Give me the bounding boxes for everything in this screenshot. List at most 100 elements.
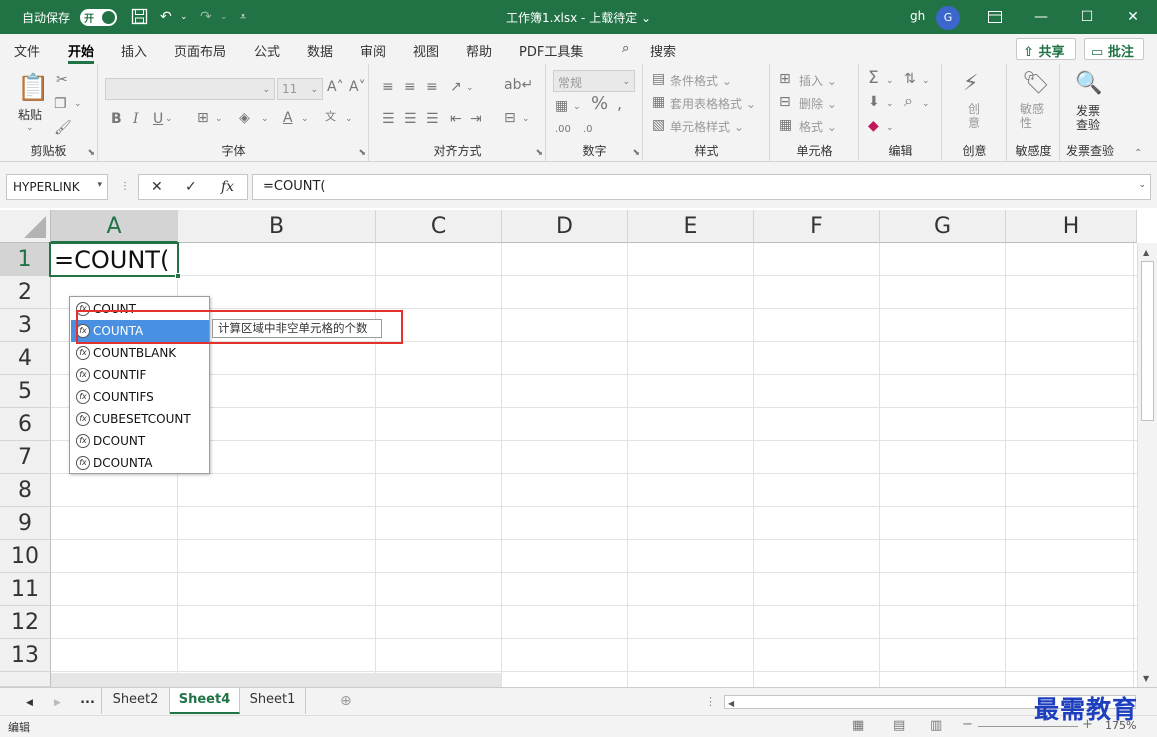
sensitivity-button[interactable]: 敏感性 (1020, 102, 1046, 130)
comma-style-icon[interactable]: , (617, 96, 622, 112)
maximize-icon[interactable]: ☐ (1064, 0, 1110, 34)
tab-review[interactable]: 审阅 (360, 41, 386, 60)
number-launcher-icon[interactable]: ⬊ (632, 148, 640, 158)
undo-dropdown-icon[interactable]: ⌄ (180, 8, 188, 26)
normal-view-icon[interactable]: ▦ (852, 718, 864, 734)
align-left-icon[interactable]: ☰ (382, 111, 395, 127)
increase-indent-icon[interactable]: ⇥ (470, 111, 482, 127)
formula-input[interactable]: =COUNT( ⌄ (252, 174, 1151, 200)
column-header[interactable]: B (178, 210, 376, 243)
user-name[interactable]: gh (910, 9, 925, 23)
column-header[interactable]: C (376, 210, 502, 243)
tab-file[interactable]: 文件 (14, 41, 40, 60)
tab-help[interactable]: 帮助 (466, 41, 492, 60)
currency-dropdown-icon[interactable]: ⌄ (573, 99, 581, 115)
alignment-launcher-icon[interactable]: ⬊ (535, 148, 543, 158)
invoice-check-button[interactable]: 发票查验 (1076, 104, 1104, 132)
tab-view[interactable]: 视图 (413, 41, 439, 60)
font-color-dropdown-icon[interactable]: ⌄ (301, 111, 309, 127)
autocomplete-item[interactable]: fx DCOUNT (71, 430, 209, 452)
expand-formula-icon[interactable]: ⌄ (1138, 180, 1146, 190)
page-break-view-icon[interactable]: ▥ (930, 718, 942, 734)
merge-dropdown-icon[interactable]: ⌄ (522, 111, 530, 127)
decrease-indent-icon[interactable]: ⇤ (450, 111, 462, 127)
search-label[interactable]: 搜索 (650, 41, 676, 60)
column-header[interactable]: E (628, 210, 754, 243)
column-header[interactable]: D (502, 210, 628, 243)
underline-icon[interactable]: U (153, 111, 163, 127)
tab-home[interactable]: 开始 (68, 41, 95, 64)
column-header[interactable]: F (754, 210, 880, 243)
cut-icon[interactable]: ✂ (56, 72, 68, 88)
align-center-icon[interactable]: ☰ (404, 111, 417, 127)
font-launcher-icon[interactable]: ⬊ (358, 148, 366, 158)
clear-icon[interactable]: ◆ (868, 118, 879, 134)
align-middle-icon[interactable]: ≡ (404, 79, 416, 95)
autosave-toggle[interactable]: 开 (80, 9, 117, 26)
row-header[interactable]: 10 (0, 540, 51, 573)
borders-dropdown-icon[interactable]: ⌄ (215, 111, 223, 127)
row-header[interactable]: 11 (0, 573, 51, 606)
table-format-button[interactable]: 套用表格格式 ⌄ (670, 95, 756, 112)
share-button[interactable]: ⇧ 共享 (1016, 38, 1076, 60)
fill-color-dropdown-icon[interactable]: ⌄ (261, 111, 269, 127)
find-icon[interactable]: ⌕ (904, 93, 913, 109)
fill-dropdown-icon[interactable]: ⌄ (886, 96, 894, 112)
row-header[interactable]: 5 (0, 375, 51, 408)
tab-formulas[interactable]: 公式 (254, 41, 280, 60)
row-header[interactable]: 9 (0, 507, 51, 540)
zoom-out-icon[interactable]: − (962, 717, 973, 733)
vertical-scroll-thumb[interactable] (1141, 261, 1154, 421)
fill-handle[interactable] (175, 273, 181, 279)
scroll-up-icon[interactable]: ▲ (1143, 245, 1149, 261)
sort-filter-dropdown-icon[interactable]: ⌄ (922, 73, 930, 89)
row-header[interactable]: 1 (0, 243, 51, 276)
comments-button[interactable]: ▭ 批注 (1084, 38, 1144, 60)
copy-icon[interactable]: ❐ (54, 96, 67, 112)
borders-icon[interactable]: ⊞ (197, 110, 209, 126)
vertical-scrollbar[interactable]: ▲ ▼ (1137, 243, 1157, 687)
tab-page-layout[interactable]: 页面布局 (174, 41, 226, 60)
bold-icon[interactable]: B (111, 111, 122, 127)
align-top-icon[interactable]: ≡ (382, 79, 394, 95)
autocomplete-item[interactable]: fx DCOUNTA (71, 452, 209, 474)
format-painter-icon[interactable]: 🖌 (54, 120, 72, 136)
decrease-decimal-icon[interactable]: .0 (583, 122, 593, 138)
phonetic-dropdown-icon[interactable]: ⌄ (345, 111, 353, 127)
customize-toolbar-icon[interactable]: ⩡ (240, 8, 246, 26)
sort-filter-icon[interactable]: ⇅ (904, 71, 916, 87)
name-box[interactable]: HYPERLINK ▾ (6, 174, 108, 200)
insert-cells-icon[interactable]: ⊞ (779, 71, 791, 87)
format-cells-icon[interactable]: ▦ (779, 117, 792, 133)
scroll-tabs-right-icon[interactable]: ▶ (54, 695, 61, 711)
active-cell[interactable]: =COUNT( (49, 242, 179, 277)
insert-cells-button[interactable]: 插入 ⌄ (799, 72, 837, 89)
zoom-slider[interactable] (978, 726, 1078, 727)
column-header[interactable]: G (880, 210, 1006, 243)
column-header[interactable]: A (51, 210, 178, 243)
decrease-font-icon[interactable]: A˅ (349, 79, 366, 95)
fill-color-icon[interactable]: ◈ (239, 110, 250, 126)
autocomplete-item[interactable]: fx COUNTBLANK (71, 342, 209, 364)
increase-decimal-icon[interactable]: .00 (555, 122, 571, 138)
format-cells-button[interactable]: 格式 ⌄ (799, 118, 837, 135)
clipboard-launcher-icon[interactable]: ⬊ (87, 148, 95, 158)
scroll-tabs-left-icon[interactable]: ◀ (26, 695, 33, 711)
row-header[interactable]: 12 (0, 606, 51, 639)
paste-dropdown-icon[interactable]: ⌄ (26, 120, 34, 136)
italic-icon[interactable]: I (133, 111, 139, 127)
row-header[interactable]: 6 (0, 408, 51, 441)
row-header[interactable]: 7 (0, 441, 51, 474)
underline-dropdown-icon[interactable]: ⌄ (165, 111, 173, 127)
more-sheets-button[interactable]: ... (74, 688, 102, 714)
sheet-tab[interactable]: Sheet2 (102, 688, 170, 714)
delete-cells-icon[interactable]: ⊟ (779, 94, 791, 110)
row-header[interactable]: 4 (0, 342, 51, 375)
page-layout-view-icon[interactable]: ▤ (893, 718, 905, 734)
redo-icon[interactable]: ↷ (200, 8, 212, 26)
copy-dropdown-icon[interactable]: ⌄ (74, 96, 82, 112)
tab-insert[interactable]: 插入 (121, 41, 147, 60)
fill-icon[interactable]: ⬇ (868, 94, 880, 110)
orientation-icon[interactable]: ↗ (450, 79, 462, 95)
add-sheet-icon[interactable]: ⊕ (340, 693, 352, 709)
